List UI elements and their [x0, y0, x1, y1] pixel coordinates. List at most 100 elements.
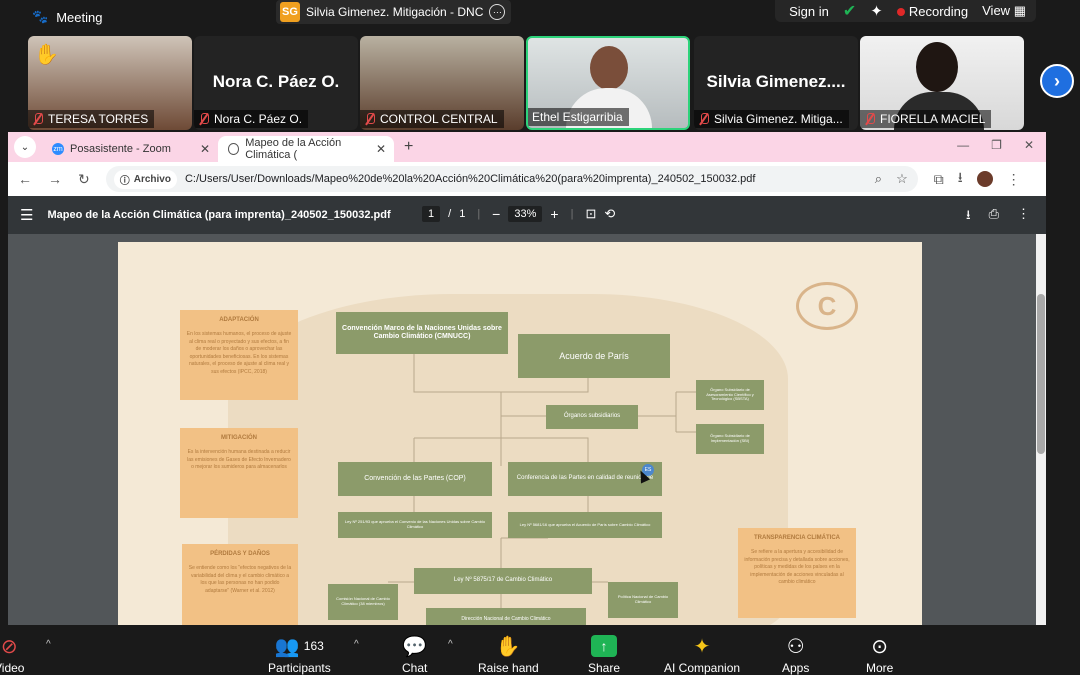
restore-icon[interactable]: ❐ — [991, 138, 1002, 152]
forward-arrow-icon[interactable]: → — [48, 171, 62, 187]
card-adaptacion: ADAPTACIÓN En los sistemas humanos, el p… — [180, 310, 298, 400]
sharer-avatar: SG — [280, 2, 300, 22]
video-strip: ✋ TERESA TORRES Nora C. Páez O. Nora C. … — [0, 34, 1080, 130]
participant-name: Silvia Gimenez. Mitiga... — [714, 112, 843, 126]
rotate-icon[interactable]: ⟲ — [604, 206, 615, 222]
info-icon: ⓘ — [119, 175, 130, 187]
page-separator: / — [448, 208, 452, 220]
new-tab-icon[interactable]: + — [404, 138, 413, 156]
sign-in-button[interactable]: Sign in — [789, 4, 829, 19]
video-button[interactable]: ⊘ Video — [0, 633, 24, 675]
video-options-caret-icon[interactable]: ^ — [46, 639, 51, 650]
more-dots-icon: ⊙ — [871, 635, 889, 658]
download-icon[interactable]: ⭳ — [966, 206, 971, 228]
page-number-input[interactable]: 1 — [422, 206, 441, 222]
card-text: Se entiende como los "efectos negativos … — [188, 565, 292, 594]
extensions-icon[interactable]: ⧉ — [934, 171, 944, 188]
download-icon[interactable]: ⭳ — [958, 167, 963, 191]
zoom-level[interactable]: 33% — [508, 206, 543, 222]
close-tab-icon[interactable]: ✕ — [200, 142, 210, 156]
toolbar-right: ⧉ ⭳ ⋮ — [934, 167, 1021, 191]
profile-avatar[interactable] — [976, 171, 993, 187]
participant-name: CONTROL CENTRAL — [380, 112, 498, 126]
zoom-out-icon[interactable]: − — [492, 206, 500, 222]
file-chip[interactable]: ⓘ Archivo — [113, 169, 177, 189]
zoom-magnifier-icon[interactable]: ⌕ — [875, 171, 882, 187]
minimize-icon[interactable]: — — [957, 138, 969, 152]
participant-big-name: Nora C. Páez O. — [212, 72, 340, 91]
record-dot-icon — [896, 7, 905, 16]
chat-bubble-icon: 💬 — [402, 635, 428, 658]
zoom-bottom-toolbar: ⊘ Video ^ 👥 163 Participants ^ 💬 Chat ^ … — [0, 625, 1080, 675]
recording-label: Recording — [908, 3, 969, 19]
video-tile-control-central[interactable]: CONTROL CENTRAL — [360, 36, 524, 130]
video-tile-nora-paez[interactable]: Nora C. Páez O. Nora C. Páez O. — [194, 36, 358, 130]
chat-button[interactable]: 💬 Chat — [402, 633, 427, 675]
pdf-page: C Convención Marco de la Naciones Unidas… — [118, 242, 922, 625]
participants-icon: 👥 163 — [274, 635, 324, 658]
more-button[interactable]: ⊙ More — [866, 633, 893, 675]
node-sbi: Órgano Subsidiario de Implementación (SB… — [696, 424, 764, 454]
card-mitigacion: MITIGACIÓN Es la intervención humana des… — [180, 428, 298, 518]
sparkle-icon[interactable]: ✦ — [870, 2, 883, 20]
video-label: Video — [0, 661, 25, 675]
share-button[interactable]: ↑ Share — [588, 633, 620, 675]
video-tile-teresa-torres[interactable]: ✋ TERESA TORRES — [28, 36, 192, 130]
tab-search-chevron-icon[interactable]: ⌄ — [14, 136, 36, 158]
more-vert-icon[interactable]: ⋮ — [1017, 206, 1030, 228]
view-button[interactable]: View ▦ — [982, 3, 1026, 19]
video-tile-silvia-gimenez[interactable]: Silvia Gimenez.... Silvia Gimenez. Mitig… — [694, 36, 858, 130]
mic-muted-icon — [32, 113, 44, 125]
divider: | — [477, 208, 481, 220]
address-bar[interactable]: ⓘ Archivo C:/Users/User/Downloads/Mapeo%2… — [105, 166, 918, 192]
share-label: Share — [588, 661, 621, 675]
node-ley-251-93: Ley Nº 251/93 que aprueba el Convenio de… — [338, 512, 492, 538]
apps-button[interactable]: ⚇ Apps — [782, 633, 809, 675]
grid-icon: ▦ — [1013, 3, 1026, 18]
reload-icon[interactable]: ↻ — [78, 171, 90, 188]
node-sbsta: Órgano Subsidiario de Asesoramiento Cien… — [696, 380, 764, 410]
more-options-icon[interactable]: ··· — [489, 4, 506, 20]
screen-share-indicator[interactable]: SG Silvia Gimenez. Mitigación - DNC ··· — [276, 0, 512, 24]
card-heading: TRANSPARENCIA CLIMÁTICA — [754, 535, 840, 541]
hamburger-menu-icon[interactable]: ☰ — [20, 206, 33, 224]
zoom-in-icon[interactable]: + — [550, 206, 558, 222]
meeting-info[interactable]: 🐾 Meeting — [0, 9, 102, 25]
next-page-chevron-icon[interactable]: › — [1040, 64, 1074, 98]
browser-window: ⌄ zm Posasistente - Zoom ✕ Mapeo de la A… — [8, 132, 1046, 625]
tab-bar: ⌄ zm Posasistente - Zoom ✕ Mapeo de la A… — [8, 132, 1046, 162]
participants-count: 163 — [303, 639, 324, 653]
chat-options-caret-icon[interactable]: ^ — [448, 639, 453, 650]
top-right-controls: Sign in ✔ ✦ Recording View ▦ — [775, 0, 1036, 22]
node-direccion-nacional: Dirección Nacional de Cambio Climático — [426, 608, 586, 625]
tab-posasistente-zoom[interactable]: zm Posasistente - Zoom ✕ — [42, 136, 218, 162]
mic-muted-icon — [864, 113, 876, 125]
participants-button[interactable]: 👥 163 Participants — [268, 633, 331, 675]
bookmark-star-icon[interactable]: ☆ — [896, 171, 908, 187]
pdf-viewport[interactable]: C Convención Marco de la Naciones Unidas… — [8, 234, 1046, 625]
scrollbar-thumb[interactable] — [1037, 294, 1045, 454]
scrollbar[interactable] — [1036, 234, 1046, 625]
raise-hand-button[interactable]: ✋ Raise hand — [478, 633, 539, 675]
back-arrow-icon[interactable]: ← — [18, 171, 32, 187]
close-tab-icon[interactable]: ✕ — [376, 142, 386, 156]
address-row: ← → ↻ ⓘ Archivo C:/Users/User/Downloads/M… — [8, 162, 1046, 196]
video-tile-ethel-estigarribia[interactable]: Ethel Estigarribia — [526, 36, 690, 130]
recording-indicator[interactable]: Recording — [896, 3, 969, 19]
menu-dots-icon[interactable]: ⋮ — [1007, 171, 1021, 188]
card-text: Es la intervención humana destinada a re… — [187, 449, 291, 470]
pdf-title: Mapeo de la Acción Climática (para impre… — [47, 209, 391, 221]
node-ley-5875-17: Ley Nº 5875/17 de Cambio Climático — [414, 568, 592, 594]
participant-big-name: Silvia Gimenez.... — [706, 72, 846, 91]
fit-page-icon[interactable]: ⊡ — [585, 206, 596, 222]
close-window-icon[interactable]: ✕ — [1024, 138, 1034, 152]
ai-companion-button[interactable]: ✦ AI Companion — [664, 633, 740, 675]
shield-check-icon[interactable]: ✔ — [843, 1, 856, 21]
video-tile-fiorella-maciel[interactable]: FIORELLA MACIEL — [860, 36, 1024, 130]
participants-options-caret-icon[interactable]: ^ — [354, 639, 359, 650]
tile-name: Silvia Gimenez. Mitiga... — [694, 110, 849, 128]
pdf-pager: 1 / 1 | − 33% + | ⊡ ⟲ — [422, 206, 615, 222]
print-icon[interactable]: ⎙ — [989, 206, 999, 228]
participant-name: FIORELLA MACIEL — [880, 112, 986, 126]
tab-mapeo-pdf[interactable]: Mapeo de la Acción Climática ( ✕ — [218, 136, 394, 162]
